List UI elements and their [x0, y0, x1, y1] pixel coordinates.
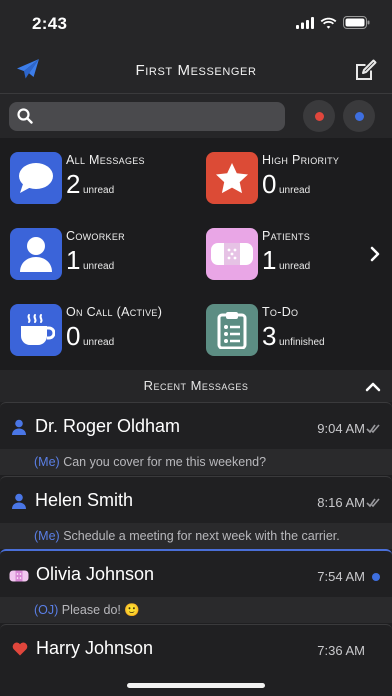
category-sub: unread	[279, 261, 311, 272]
category-sub: unread	[83, 261, 115, 272]
search-input[interactable]	[9, 102, 285, 131]
category-high-priority[interactable]: High Priority 0 unread	[196, 138, 386, 208]
category-count: 0	[262, 169, 277, 199]
message-row-unread[interactable]: Olivia Johnson 7:54 AM (OJ) Please do! 🙂	[0, 549, 392, 623]
category-count: 1	[66, 245, 81, 275]
status-bar: 2:43	[0, 0, 392, 46]
chat-bubble-icon	[10, 152, 62, 204]
message-header: Harry Johnson 7:36 AM	[0, 625, 392, 671]
message-header: Helen Smith 8:16 AM	[0, 477, 392, 523]
preview-text: (Me) Can you cover for me this weekend?	[34, 455, 266, 469]
message-time: 8:16 AM	[317, 495, 365, 510]
category-name: On Call (Active)	[66, 305, 163, 319]
message-preview: (Me) Can you cover for me this weekend?	[0, 449, 392, 475]
unread-dot-icon	[372, 573, 380, 581]
category-coworker[interactable]: Coworker 1 unread	[0, 214, 190, 284]
preview-text: (OJ) Please do! 🙂	[34, 603, 140, 618]
sender-name: Helen Smith	[35, 490, 134, 510]
category-all-messages[interactable]: All Messages 2 unread	[0, 138, 190, 208]
preview-sender: (Me)	[34, 529, 60, 543]
heart-icon	[12, 642, 28, 661]
coffee-icon	[10, 304, 62, 356]
chevron-right-icon[interactable]	[370, 246, 380, 267]
red-filter-button[interactable]	[303, 100, 335, 132]
bandage-icon	[9, 569, 29, 587]
category-name: All Messages	[66, 153, 145, 167]
status-icons	[296, 16, 370, 34]
clipboard-icon	[206, 304, 258, 356]
sender-name: Olivia Johnson	[36, 564, 155, 584]
category-sub: unread	[83, 337, 115, 348]
blue-filter-button[interactable]	[343, 100, 375, 132]
star-icon	[206, 152, 258, 204]
signal-icon	[296, 16, 314, 34]
message-header: Olivia Johnson 7:54 AM	[0, 551, 392, 597]
preview-text: (Me) Schedule a meeting for next week wi…	[34, 529, 340, 543]
message-time: 7:36 AM	[317, 643, 365, 658]
message-preview: (OJ) Please do! 🙂	[0, 597, 392, 623]
wifi-icon	[320, 16, 337, 34]
search-icon	[17, 108, 33, 129]
category-count: 1	[262, 245, 277, 275]
message-preview: (Me) Schedule a meeting for next week wi…	[0, 523, 392, 549]
category-on-call[interactable]: On Call (Active) 0 unread	[0, 290, 190, 360]
category-grid: All Messages 2 unread High Priority 0 un…	[0, 138, 392, 370]
read-checkmarks-icon	[366, 495, 380, 513]
chevron-up-icon[interactable]	[365, 379, 381, 397]
category-count: 3	[262, 321, 277, 351]
nav-bar: First Messenger	[0, 46, 392, 94]
status-time: 2:43	[32, 14, 68, 33]
category-sub: unread	[83, 185, 115, 196]
preview-body: Can you cover for me this weekend?	[63, 455, 267, 469]
preview-body: Schedule a meeting for next week with th…	[63, 529, 340, 543]
blue-dot	[354, 111, 364, 121]
red-dot	[314, 111, 324, 121]
sender-name: Harry Johnson	[36, 638, 154, 658]
preview-sender: (Me)	[34, 455, 60, 469]
battery-icon	[343, 16, 370, 34]
category-name: Coworker	[66, 229, 125, 243]
category-sub: unfinished	[279, 337, 325, 348]
home-indicator[interactable]	[127, 683, 265, 688]
category-name: To-Do	[262, 305, 299, 319]
message-row[interactable]: Dr. Roger Oldham 9:04 AM (Me) Can you co…	[0, 402, 392, 475]
category-patients[interactable]: Patients 1 unread	[196, 214, 386, 284]
person-icon	[11, 419, 27, 440]
category-sub: unread	[279, 185, 311, 196]
category-to-do[interactable]: To-Do 3 unfinished	[196, 290, 386, 360]
compose-icon[interactable]	[354, 58, 378, 87]
preview-body: Please do! 🙂	[61, 603, 140, 617]
message-time: 9:04 AM	[317, 421, 365, 436]
category-name: Patients	[262, 229, 311, 243]
category-name: High Priority	[262, 153, 340, 167]
person-icon	[10, 228, 62, 280]
app-title: First Messenger	[135, 62, 257, 79]
category-count: 2	[66, 169, 81, 199]
message-header: Dr. Roger Oldham 9:04 AM	[0, 403, 392, 449]
message-time: 7:54 AM	[317, 569, 365, 584]
message-row[interactable]: Helen Smith 8:16 AM (Me) Schedule a meet…	[0, 476, 392, 549]
category-count: 0	[66, 321, 81, 351]
recent-messages-header[interactable]: Recent Messages	[0, 370, 392, 402]
read-checkmarks-icon	[366, 421, 380, 439]
preview-sender: (OJ)	[34, 603, 59, 617]
person-icon	[11, 493, 27, 514]
bandage-icon	[206, 228, 258, 280]
search-row	[0, 94, 392, 138]
sender-name: Dr. Roger Oldham	[35, 416, 181, 436]
section-title: Recent Messages	[143, 378, 249, 393]
